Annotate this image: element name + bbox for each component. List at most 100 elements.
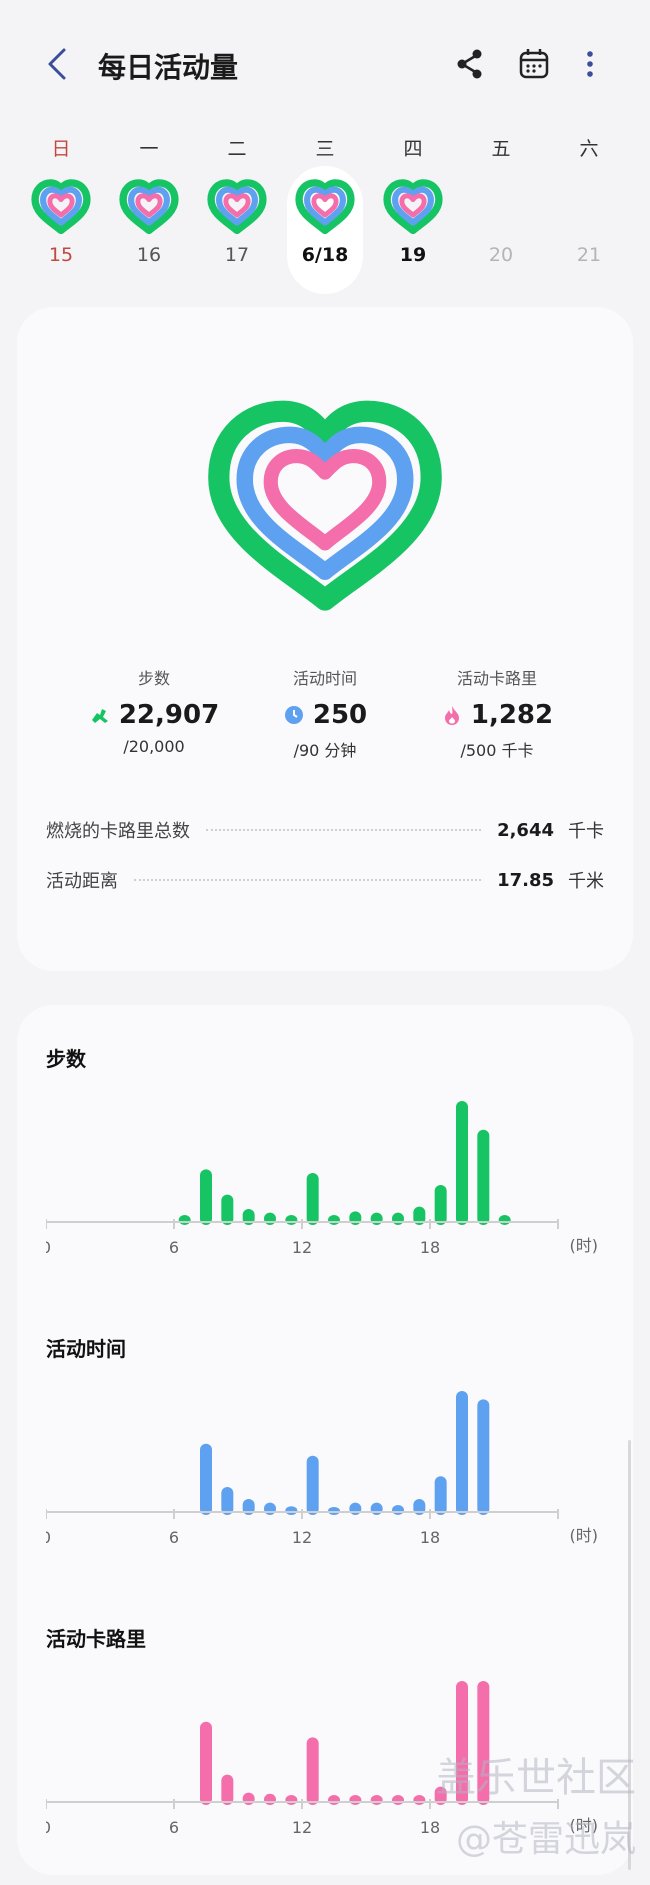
bar — [221, 1194, 234, 1225]
day-friday[interactable]: 五 20 — [461, 128, 541, 298]
stat-active-time[interactable]: 活动时间 250 /90 分钟 — [235, 665, 415, 761]
share-button[interactable] — [450, 44, 490, 84]
bar — [328, 1795, 340, 1805]
bar — [242, 1792, 255, 1805]
weekday-label: 五 — [491, 138, 511, 160]
dotted-leader — [206, 829, 482, 831]
more-vert-icon — [587, 51, 593, 77]
bar — [200, 1721, 212, 1805]
bar-chart: 0 6 12 18 (时) — [46, 1101, 599, 1257]
bar — [306, 1737, 319, 1805]
x-tick-label: 12 — [292, 1818, 312, 1837]
bar — [306, 1455, 319, 1515]
bar — [498, 1215, 511, 1225]
metric-label: 活动距离 — [46, 871, 118, 892]
dotted-leader — [134, 879, 482, 881]
bar — [370, 1212, 383, 1225]
date-label: 19 — [399, 244, 427, 266]
x-tick-label: 12 — [292, 1238, 312, 1257]
stat-label: 活动时间 — [292, 669, 357, 688]
bar-chart: 0 6 12 18 (时) — [46, 1391, 599, 1547]
stat-goal: /20,000 — [123, 737, 185, 756]
day-tuesday[interactable]: 二 17 — [197, 128, 277, 298]
bar — [285, 1215, 298, 1225]
stat-goal: /500 千卡 — [460, 741, 534, 760]
x-tick-label: 6 — [169, 1528, 179, 1547]
x-tick-label: 12 — [292, 1528, 312, 1547]
bar — [221, 1774, 234, 1805]
metric-distance: 活动距离 17.85 千米 — [46, 865, 604, 895]
stat-steps[interactable]: 步数 22,907 /20,000 — [64, 665, 244, 756]
stat-value: 22,907 — [118, 700, 220, 730]
x-tick-label: 0 — [46, 1818, 51, 1837]
page-title: 每日活动量 — [98, 51, 239, 84]
metric-value: 2,644 — [497, 819, 554, 841]
watermark-line2: @苍雷迅岚 — [455, 1819, 636, 1860]
x-tick-label: 6 — [169, 1818, 179, 1837]
bar — [434, 1476, 447, 1515]
bar — [370, 1795, 383, 1805]
weekday-label: 六 — [579, 138, 599, 160]
weekday-label: 日 — [51, 138, 71, 160]
bar — [392, 1505, 404, 1515]
day-sunday[interactable]: 日 15 — [21, 128, 101, 298]
weekday-label: 三 — [315, 138, 335, 160]
bar — [285, 1795, 298, 1805]
x-unit-label: (时) — [570, 1236, 599, 1255]
bar — [328, 1215, 340, 1225]
bar — [178, 1215, 191, 1225]
bar — [413, 1795, 426, 1805]
stat-value: 1,282 — [470, 700, 554, 730]
bar — [434, 1185, 447, 1225]
bar — [285, 1506, 298, 1515]
steps-chart[interactable]: 0 6 12 18 (时) — [46, 1095, 616, 1265]
stat-active-calories[interactable]: 活动卡路里 1,282 /500 千卡 — [407, 665, 587, 761]
back-button[interactable] — [38, 42, 78, 86]
date-label: 21 — [576, 244, 602, 266]
activity-heart-icon — [295, 179, 355, 235]
chart-title-active-time: 活动时间 — [46, 1337, 126, 1361]
x-tick-label: 0 — [46, 1528, 51, 1547]
metric-unit: 千卡 — [568, 821, 604, 842]
bar — [392, 1795, 404, 1805]
date-label: 15 — [48, 244, 74, 266]
x-tick-label: 18 — [420, 1818, 440, 1837]
weekday-label: 四 — [403, 138, 423, 160]
activity-rings-heart-icon — [208, 400, 442, 611]
bar — [264, 1502, 276, 1515]
scrollbar[interactable] — [628, 1440, 631, 1870]
x-unit-label: (时) — [570, 1526, 599, 1545]
bar — [349, 1795, 362, 1805]
calendar-button[interactable] — [514, 44, 554, 84]
bar — [456, 1391, 468, 1515]
day-thursday[interactable]: 四 19 — [373, 128, 453, 298]
x-tick-label: 6 — [169, 1238, 179, 1257]
app-header: 每日活动量 — [0, 0, 650, 130]
more-options-button[interactable] — [570, 44, 610, 84]
day-saturday[interactable]: 六 21 — [549, 128, 629, 298]
flame-icon — [444, 706, 459, 725]
stat-label: 活动卡路里 — [456, 669, 537, 688]
metric-value: 17.85 — [497, 869, 554, 891]
active-time-chart[interactable]: 0 6 12 18 (时) — [46, 1385, 616, 1555]
date-label: 17 — [224, 244, 250, 266]
metric-total-calories: 燃烧的卡路里总数 2,644 千卡 — [46, 815, 604, 845]
x-tick-label: 18 — [420, 1528, 440, 1547]
bar — [477, 1399, 490, 1515]
calendar-icon — [519, 49, 549, 79]
bar — [200, 1169, 212, 1225]
week-selector: 日 15 一 16 二 17 三 6/18 四 19 五 20 六 21 — [0, 128, 650, 298]
metric-unit: 千米 — [568, 871, 604, 892]
chevron-left-icon — [48, 48, 66, 80]
chart-title-active-calories: 活动卡路里 — [46, 1627, 146, 1651]
activity-heart-icon — [383, 179, 443, 235]
day-monday[interactable]: 一 16 — [109, 128, 189, 298]
stat-value: 250 — [312, 700, 368, 730]
date-label: 20 — [488, 244, 514, 266]
day-wednesday-selected[interactable]: 三 6/18 — [285, 128, 365, 298]
bar — [349, 1502, 362, 1515]
daily-summary-card: 步数 22,907 /20,000 活动时间 250 /90 分钟 活动卡路里 … — [17, 307, 633, 971]
share-icon — [457, 49, 482, 79]
bar — [392, 1212, 404, 1225]
activity-heart-icon — [31, 179, 91, 235]
